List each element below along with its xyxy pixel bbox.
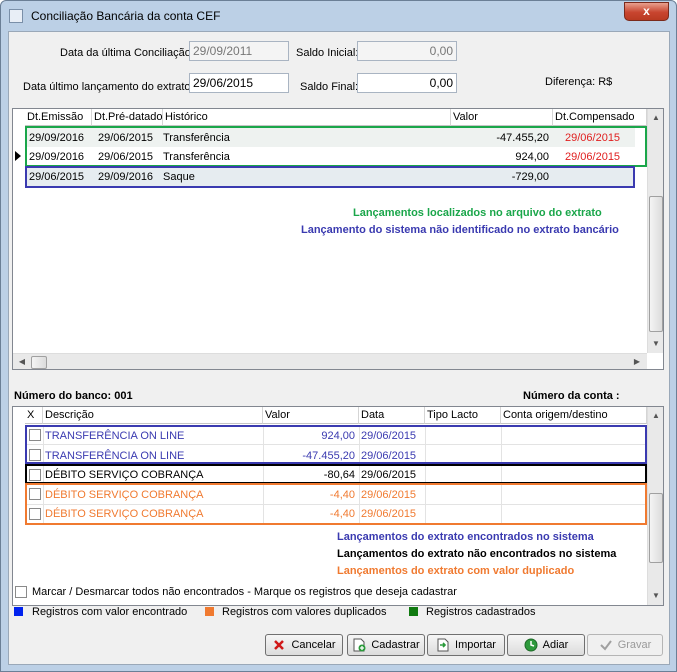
numero-banco-label: Número do banco: 001 bbox=[14, 390, 133, 402]
adiar-button-label: Adiar bbox=[542, 639, 569, 651]
saldo-final-field[interactable]: 0,00 bbox=[357, 73, 457, 93]
checkmark-icon bbox=[599, 638, 613, 652]
gravar-button-label: Gravar bbox=[617, 639, 652, 651]
unmatched-entry-frame bbox=[25, 166, 635, 188]
dialog-window: Conciliação Bancária da conta CEF x Data… bbox=[0, 0, 677, 672]
note-found-entries: Lançamentos localizados no arquivo do ex… bbox=[353, 207, 602, 219]
found-entries-frame bbox=[25, 126, 647, 167]
ultimo-lancamento-field[interactable]: 29/06/2015 bbox=[189, 73, 289, 93]
dialog-body: Data da última Conciliação: 29/09/2011 S… bbox=[8, 31, 670, 665]
legend-green-label: Registros cadastrados bbox=[426, 606, 536, 618]
legend-blue-swatch bbox=[14, 607, 23, 616]
marcar-todos-checkbox[interactable] bbox=[15, 586, 27, 598]
ultima-conciliacao-field[interactable]: 29/09/2011 bbox=[189, 41, 289, 61]
not-found-statement-frame bbox=[25, 464, 647, 484]
row-pointer-icon bbox=[15, 151, 21, 161]
col-conta-origem[interactable]: Conta origem/destino bbox=[501, 407, 647, 424]
col-x[interactable]: X bbox=[25, 407, 43, 424]
marcar-todos-label: Marcar / Desmarcar todos não encontrados… bbox=[32, 586, 457, 598]
note-duplicated-statement: Lançamentos do extrato com valor duplica… bbox=[337, 565, 575, 577]
note-found-statement: Lançamentos do extrato encontrados no si… bbox=[337, 531, 594, 543]
note-unmatched-entry: Lançamento do sistema não identificado n… bbox=[301, 224, 619, 236]
system-entries-grid[interactable]: Dt.Emissão Dt.Pré-datado Histórico Valor… bbox=[12, 108, 664, 370]
duplicated-statement-frame bbox=[25, 483, 647, 525]
scroll-thumb[interactable] bbox=[649, 493, 663, 563]
col-dt-compensado[interactable]: Dt.Compensado bbox=[553, 109, 647, 126]
numero-conta-label: Número da conta : bbox=[523, 390, 620, 402]
cancel-button[interactable]: Cancelar bbox=[265, 634, 343, 656]
new-document-icon bbox=[352, 638, 366, 652]
legend-green-swatch bbox=[409, 607, 418, 616]
col-tipo-lacto[interactable]: Tipo Lacto bbox=[425, 407, 501, 424]
ultimo-lancamento-label: Data último lançamento do extrato: bbox=[23, 81, 194, 93]
scroll-right-icon[interactable]: ▶ bbox=[629, 354, 645, 369]
cancel-x-icon bbox=[272, 638, 286, 652]
scroll-down-icon[interactable]: ▼ bbox=[648, 336, 663, 352]
bottom-grid-vscrollbar[interactable]: ▲ ▼ bbox=[647, 407, 663, 605]
hscroll-thumb[interactable] bbox=[31, 356, 47, 369]
cancel-button-label: Cancelar bbox=[291, 639, 336, 651]
ultima-conciliacao-label: Data da última Conciliação: bbox=[60, 47, 194, 59]
cadastrar-button-label: Cadastrar bbox=[371, 639, 420, 651]
col-valor[interactable]: Valor bbox=[451, 109, 553, 126]
saldo-final-label: Saldo Final: bbox=[300, 81, 359, 93]
legend-blue-label: Registros com valor encontrado bbox=[32, 606, 188, 618]
scroll-left-icon[interactable]: ◀ bbox=[14, 354, 30, 369]
close-button[interactable]: x bbox=[624, 2, 669, 21]
note-not-found-statement: Lançamentos do extrato não encontrados n… bbox=[337, 548, 617, 560]
col-data[interactable]: Data bbox=[359, 407, 425, 424]
legend-orange-swatch bbox=[205, 607, 214, 616]
scroll-up-icon[interactable]: ▲ bbox=[648, 408, 663, 424]
title-bar: Conciliação Bancária da conta CEF x bbox=[1, 1, 676, 31]
scroll-thumb[interactable] bbox=[649, 196, 663, 332]
top-grid-vscrollbar[interactable]: ▲ ▼ bbox=[647, 109, 663, 353]
import-icon bbox=[436, 638, 450, 652]
importar-button-label: Importar bbox=[455, 639, 496, 651]
diferenca-label: Diferença: R$ bbox=[545, 76, 613, 88]
saldo-inicial-label: Saldo Inicial: bbox=[296, 47, 359, 59]
col-historico[interactable]: Histórico bbox=[163, 109, 451, 126]
statement-entries-grid[interactable]: X Descrição Valor Data Tipo Lacto Conta … bbox=[12, 406, 664, 606]
scroll-up-icon[interactable]: ▲ bbox=[648, 110, 663, 126]
window-title: Conciliação Bancária da conta CEF bbox=[31, 9, 221, 23]
top-grid-hscrollbar[interactable]: ◀ ▶ bbox=[13, 353, 647, 369]
col-dt-emissao[interactable]: Dt.Emissão bbox=[25, 109, 92, 126]
clock-icon bbox=[524, 638, 538, 652]
cadastrar-button[interactable]: Cadastrar bbox=[347, 634, 425, 656]
scroll-down-icon[interactable]: ▼ bbox=[648, 588, 663, 604]
app-icon bbox=[9, 9, 23, 23]
col-dt-predatado[interactable]: Dt.Pré-datado bbox=[92, 109, 163, 126]
legend-orange-label: Registros com valores duplicados bbox=[222, 606, 387, 618]
saldo-inicial-field[interactable]: 0,00 bbox=[357, 41, 457, 61]
found-statement-frame bbox=[25, 425, 647, 464]
importar-button[interactable]: Importar bbox=[427, 634, 505, 656]
col-descricao[interactable]: Descrição bbox=[43, 407, 263, 424]
gravar-button[interactable]: Gravar bbox=[587, 634, 663, 656]
adiar-button[interactable]: Adiar bbox=[507, 634, 585, 656]
col-valor[interactable]: Valor bbox=[263, 407, 359, 424]
